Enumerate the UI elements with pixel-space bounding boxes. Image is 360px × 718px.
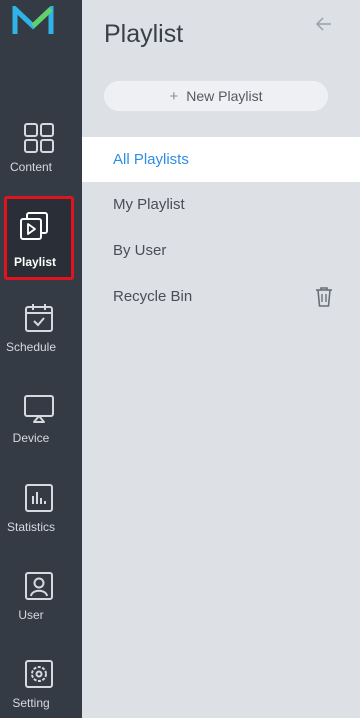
nav-label-schedule: Schedule (5, 340, 57, 354)
user-icon (25, 572, 53, 600)
list-item-label: By User (113, 242, 167, 259)
calendar-icon (25, 304, 53, 332)
nav-setting[interactable]: Setting (0, 658, 82, 718)
nav-label-setting: Setting (12, 696, 50, 710)
nav-label-user: User (18, 608, 44, 622)
side-rail: Content Playlist Schedule Device Statist… (0, 0, 82, 718)
list-item-recycle-bin[interactable]: Recycle Bin (82, 274, 360, 319)
new-playlist-button[interactable]: + New Playlist (104, 81, 328, 111)
nav-label-device: Device (12, 431, 50, 445)
nav-label-statistics: Statistics (6, 520, 55, 534)
m-logo-icon[interactable] (12, 6, 54, 36)
nav-user[interactable]: User (0, 570, 82, 656)
nav-device[interactable]: Device (0, 393, 82, 479)
page-title: Playlist (104, 20, 184, 48)
nav-playlist[interactable]: Playlist (4, 196, 74, 280)
monitor-icon (24, 395, 54, 423)
chart-icon (25, 484, 53, 512)
new-playlist-label: New Playlist (186, 88, 263, 104)
nav-schedule[interactable]: Schedule (0, 302, 82, 388)
nav-label-content: Content (9, 160, 53, 174)
grid-icon (24, 123, 54, 153)
list-item-all-playlists[interactable]: All Playlists (82, 137, 360, 182)
trash-icon[interactable] (315, 287, 333, 307)
list-item-label: My Playlist (113, 196, 185, 213)
gear-icon (25, 660, 53, 688)
list-item-by-user[interactable]: By User (82, 228, 360, 273)
playlist-icon (20, 212, 48, 240)
list-item-label: Recycle Bin (113, 288, 193, 305)
playlist-panel: Playlist + New Playlist All Playlists My … (82, 0, 360, 718)
list-item-label: All Playlists (113, 151, 189, 168)
nav-label-playlist: Playlist (13, 255, 57, 269)
plus-icon: + (169, 88, 179, 105)
arrow-left-icon[interactable] (314, 14, 334, 34)
list-item-my-playlist[interactable]: My Playlist (82, 182, 360, 227)
nav-statistics[interactable]: Statistics (0, 482, 82, 568)
